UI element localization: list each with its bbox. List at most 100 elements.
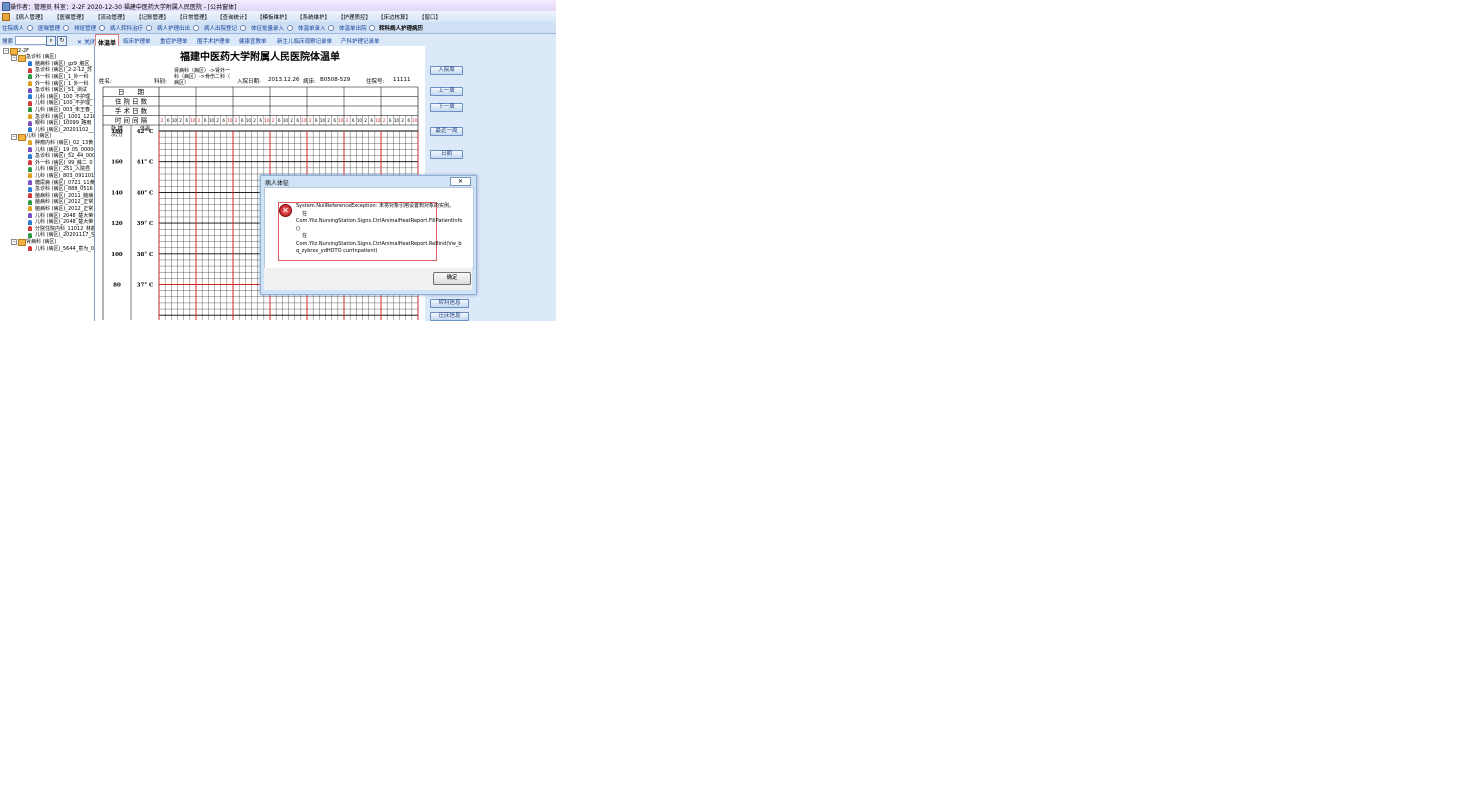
tab-health-education[interactable]: 健康宣教单 [239, 37, 267, 45]
tree-expander-icon[interactable]: − [3, 48, 9, 54]
time-tick-label: 10 [394, 118, 400, 123]
module-batch-vitals[interactable]: 体征批量录入 [251, 24, 284, 32]
latest-week-button[interactable]: 最近一周 [430, 127, 463, 136]
date-button[interactable]: 日期 [430, 150, 463, 159]
admission-week-button[interactable]: 入院周 [430, 66, 463, 75]
tree-patient-item[interactable]: 肿瘤内科 (病区)_02_13黄 [35, 140, 93, 146]
tree-patient-item[interactable]: 眼科 (病区)_10099_路雨 [35, 120, 91, 126]
patient-icon [28, 127, 32, 133]
time-tick-label: 6 [222, 118, 225, 123]
tree-ward-group[interactable]: 急诊科 (病区) [26, 54, 57, 60]
module-transfer-nursing-record[interactable]: 转科病人护理病历 [379, 24, 423, 32]
tree-ward-group[interactable]: 儿科 (病区) [26, 133, 52, 139]
tree-patient-item[interactable]: 急诊科 (病区)_888_0516 [35, 186, 93, 192]
tree-patient-item[interactable]: 外一科 (病区)_1_外一科 [35, 74, 89, 80]
time-tick-label: 10 [227, 118, 233, 123]
tree-patient-item[interactable]: 儿科 (病区)_20201102__ [35, 127, 93, 133]
tree-patient-item[interactable]: 儿科 (病区)_5644_意为_0 [35, 246, 94, 252]
menu-order-management[interactable]: 【医嘱管理】 [54, 13, 87, 21]
tree-patient-item[interactable]: 分院住院内科_11012_林静 [35, 226, 94, 232]
module-order-management[interactable]: 医嘱管理 [38, 24, 60, 32]
tree-patient-item[interactable]: 儿科 (病区)_20201117_空 [35, 232, 94, 238]
time-tick-label: 6 [389, 118, 392, 123]
module-transfer-treatment[interactable]: 病人转科治疗 [110, 24, 143, 32]
tree-patient-item[interactable]: 儿科 (病区)_003_朱王春_ [35, 107, 93, 113]
search-icon[interactable]: ⌕ [46, 36, 56, 46]
dialog-close-button[interactable]: ✕ [450, 177, 471, 186]
module-temperature-entry[interactable]: 体温单录入 [298, 24, 326, 32]
previous-week-button[interactable]: 上一周 [430, 87, 463, 96]
menu-bedside-accounting[interactable]: 【床边核算】 [378, 13, 411, 21]
bed-move-info-button[interactable]: 迁床信息 [430, 312, 469, 321]
tree-patient-item[interactable]: 外一科 (病区)_1_外一科 [35, 81, 89, 87]
next-week-button[interactable]: 下一周 [430, 103, 463, 112]
error-line: System.NullReferenceException: 未将对象引用设置到… [296, 203, 454, 209]
patient-icon [28, 81, 32, 86]
tree-patient-item[interactable]: 儿科 (病区)_19_05_00000 [35, 147, 94, 153]
tree-expander-icon[interactable]: − [11, 133, 17, 140]
tree-patient-item[interactable]: 脑病科 (病区)_2012_正常 [35, 206, 93, 212]
tree-patient-item[interactable]: 儿科 (病区)_100_不护理_ [35, 94, 93, 100]
tree-expander-icon[interactable]: − [11, 54, 17, 61]
module-dot-icon [99, 25, 105, 31]
patient-icon [28, 199, 32, 205]
tree-patient-item[interactable]: 儿科 (病区)_100_不护理_ [35, 100, 93, 106]
inpatient-id-value: 11111 [393, 77, 411, 83]
temp-scale-label: 41° C [137, 160, 154, 166]
tab-critical-nursing[interactable]: 重症护理单 [160, 37, 188, 45]
time-tick-label: 2 [290, 118, 293, 123]
module-nursing-out[interactable]: 病人护理出出 [157, 24, 190, 32]
tree-patient-item[interactable]: 儿科 (病区)_2048_楚大荣 [35, 213, 93, 219]
error-line: Com.Yilz.NursingStation.Signs.CtrlAnimal… [296, 218, 463, 232]
tree-patient-item[interactable]: 急诊科 (病区)_1001_1216 [35, 114, 94, 120]
tab-perioperative-nursing[interactable]: 围手术护理单 [197, 37, 230, 45]
temp-scale-label: 42° C [137, 129, 154, 135]
error-dialog: 病人体征 ✕ ✕ System.NullReferenceException: … [260, 175, 477, 295]
menu-template-maintenance[interactable]: 【模板维护】 [257, 13, 290, 21]
dept-label: 科别: [154, 79, 167, 85]
pulse-scale-label: 80 [113, 283, 121, 289]
error-line: 在 [302, 210, 308, 217]
search-input[interactable] [15, 36, 47, 45]
tree-patient-item[interactable]: 儿科 (病区)_803_091101_ [35, 173, 94, 179]
patient-icon [28, 232, 32, 238]
menu-icon[interactable] [2, 13, 10, 21]
module-dot-icon [240, 25, 246, 31]
menu-query-statistics[interactable]: 【查询统计】 [217, 13, 250, 21]
time-tick-label: 10 [283, 118, 289, 123]
refresh-icon[interactable]: ↻ [57, 36, 67, 46]
tree-patient-item[interactable]: 儿科 (病区)_2048_楚大荣 [35, 219, 93, 225]
tab-newborn-observation[interactable]: 新生儿临床观察记录单 [277, 37, 332, 45]
tree-root[interactable]: 2-2F [18, 48, 29, 54]
menu-patient-management[interactable]: 【病人管理】 [13, 13, 46, 21]
tree-expander-icon[interactable]: − [11, 239, 17, 246]
module-discharge-register[interactable]: 病人出院登记 [204, 24, 237, 32]
menu-flow-management[interactable]: 【流动管理】 [95, 13, 128, 21]
folder-icon [18, 133, 26, 141]
close-tab-button[interactable]: ✕ 关闭 [77, 37, 96, 46]
temp-scale-label: 40° C [137, 190, 154, 196]
menu-nursing-quality[interactable]: 【护理质控】 [338, 13, 371, 21]
tree-patient-item[interactable]: 急诊科 (病区)_51_测试 [35, 87, 87, 93]
module-temperature-discharge[interactable]: 体温单出院 [339, 24, 367, 32]
tree-patient-item[interactable]: 脑病科 (病区)_gz9_脑区_ [35, 61, 92, 67]
tree-patient-item[interactable]: 脑病科 (病区)_2011_脑病 [35, 193, 93, 199]
menu-system-maintenance[interactable]: 【系统维护】 [297, 13, 330, 21]
module-inpatients[interactable]: 住院病人 [2, 24, 24, 32]
module-shift-management[interactable]: 排班管理 [74, 24, 96, 32]
transfer-info-button[interactable]: 转科信息 [430, 299, 469, 308]
tab-clinical-nursing[interactable]: 临床护理单 [123, 37, 151, 45]
tree-patient-item[interactable]: 糖尿病 (病区)_0721_11黄 [35, 180, 94, 186]
tree-patient-item[interactable]: 脑病科 (病区)_2012_正常 [35, 199, 93, 205]
menu-window[interactable]: 【窗口】 [419, 13, 441, 21]
tree-patient-item[interactable]: 急诊科 (病区)_52_44_000 [35, 153, 94, 159]
tree-patient-item[interactable]: 儿科 (病区)_251_入院自 [35, 166, 90, 172]
tree-patient-item[interactable]: 外一科 (病区)_99_薛二_0 [35, 160, 93, 166]
tree-ward-group[interactable]: 肾病科 (病区) [26, 239, 57, 245]
tree-patient-item[interactable]: 急诊科 (病区)_2-2-12_苏 [35, 67, 92, 73]
menu-accounting-management[interactable]: 【记账管理】 [136, 13, 169, 21]
menu-daily-management[interactable]: 【日常管理】 [177, 13, 210, 21]
name-label: 姓名: [99, 79, 112, 85]
ok-button[interactable]: 确定 [433, 272, 471, 285]
tab-obstetric-nursing[interactable]: 产科护理记录单 [341, 37, 380, 45]
